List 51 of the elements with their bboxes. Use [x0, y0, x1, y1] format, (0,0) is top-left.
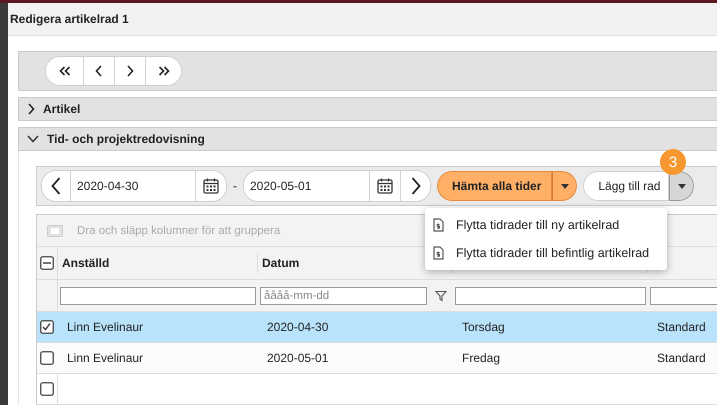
caret-down-icon: [678, 184, 686, 188]
checkbox[interactable]: [40, 256, 54, 270]
table-cell: Linn Evelinaur: [67, 320, 144, 334]
chevron-left-icon: [51, 177, 61, 195]
checkbox[interactable]: [40, 351, 54, 365]
document-icon: [433, 246, 444, 260]
chevron-left-icon: [95, 65, 103, 77]
pager[interactable]: [45, 56, 182, 86]
double-chevron-right-icon: [158, 66, 170, 76]
next-period-button[interactable]: [400, 171, 430, 201]
table-cell: Standard: [657, 320, 706, 334]
date-filter-field[interactable]: åååå-mm-dd: [260, 286, 427, 304]
last-button[interactable]: [145, 57, 181, 85]
double-chevron-left-icon: [58, 66, 70, 76]
chevron-right-icon: [27, 103, 35, 115]
column-header[interactable]: Anställd: [62, 256, 110, 270]
column-header[interactable]: Datum: [262, 256, 300, 270]
checkbox[interactable]: [40, 382, 54, 396]
grid-icon: [47, 224, 63, 236]
add-row-button[interactable]: Lägg till rad: [583, 171, 670, 201]
section-header[interactable]: Artikel: [18, 97, 717, 121]
dropdown-button[interactable]: [552, 171, 578, 201]
calendar-icon: [203, 178, 219, 194]
caret-down-icon: [560, 184, 569, 188]
calendar-icon: [377, 178, 393, 194]
table-cell: 2020-05-01: [267, 351, 328, 365]
filter-field[interactable]: [455, 286, 646, 304]
filter-icon: [435, 290, 447, 302]
table-cell: Standard: [657, 351, 706, 365]
table-cell: Fredag: [462, 351, 500, 365]
to-date-field[interactable]: 2020-05-01: [244, 171, 370, 201]
date-picker[interactable]: 2020-04-30: [41, 170, 227, 202]
chevron-down-icon: [27, 135, 39, 143]
document-icon: [433, 218, 444, 232]
chevron-right-icon: [410, 177, 420, 195]
table-cell: Torsdag: [462, 320, 505, 334]
date-separator: -: [233, 179, 237, 193]
checkbox[interactable]: [40, 320, 54, 334]
dropdown-button[interactable]: [669, 171, 694, 201]
filter-field[interactable]: [60, 286, 256, 304]
dialog-title: Redigera artikelrad 1: [10, 12, 129, 26]
table-cell: Linn Evelinaur: [67, 351, 144, 365]
date-picker[interactable]: 2020-05-01: [243, 170, 431, 202]
section-header[interactable]: Tid- och projektredovisning: [18, 127, 717, 151]
fetch-all-times-button[interactable]: Hämta alla tider: [437, 171, 552, 201]
table-cell: 2020-04-30: [267, 320, 328, 334]
menu-item[interactable]: Flytta tidrader till befintlig artikelrad: [425, 239, 668, 267]
chevron-right-icon: [126, 65, 134, 77]
menu-item[interactable]: Flytta tidrader till ny artikelrad: [425, 211, 668, 239]
from-date-field[interactable]: 2020-04-30: [70, 171, 196, 201]
group-hint: Dra och släpp kolumner för att gruppera: [77, 224, 280, 236]
